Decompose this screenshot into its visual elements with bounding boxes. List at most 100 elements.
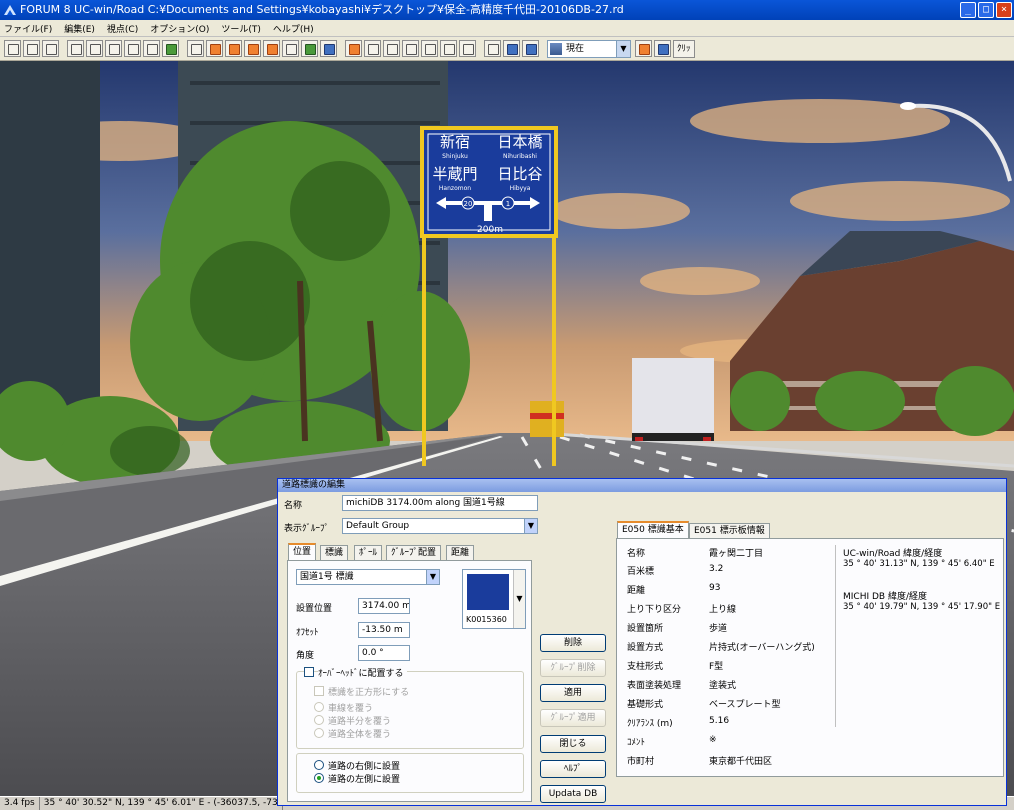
right-side-radio[interactable] [314,760,324,770]
cover-full-label: 道路全体を覆う [328,730,392,740]
dialog-title: 道路標識の編集 [278,479,1006,492]
menu-options[interactable]: オプション(O) [150,22,209,35]
pause-icon[interactable] [484,40,501,57]
overhead-checkbox[interactable] [304,667,314,677]
walker-icon[interactable] [143,40,160,57]
sign-thumbnail-selector[interactable]: K0015360 ▼ [462,569,526,629]
clip-button[interactable]: ｸﾘｯ [673,39,695,58]
menu-edit[interactable]: 編集(E) [64,22,95,35]
info-panel: 名称 霞ヶ関二丁目 百米標 3.2 距離 93 上り下り区分 上り線 設置箇所 … [616,538,1004,777]
square-sign-checkbox[interactable] [314,686,324,696]
vehicle-icon[interactable] [263,40,280,57]
chevron-down-icon: ▼ [616,40,630,57]
sign-shinjuku: 新宿 [440,133,470,151]
tree-icon[interactable] [162,40,179,57]
terrain-icon[interactable] [105,40,122,57]
compass-icon[interactable] [282,40,299,57]
info-key: 基礎形式 [627,700,664,710]
name-field[interactable]: michiDB 3174.00m along 国道1号線 [342,495,538,511]
info-key: 表面塗装処理 [627,681,682,691]
info-key: 名称 [627,549,646,559]
rotate-icon[interactable] [440,40,457,57]
info-key: 上り下り区分 [627,605,682,615]
close-button[interactable]: × [996,2,1012,18]
offset-field[interactable]: -13.50 m▲▼ [358,622,410,638]
group-select[interactable]: Default Group ▼ [342,518,538,534]
scenario-icon[interactable] [320,40,337,57]
camera-icon[interactable] [244,40,261,57]
ucwin-coord-label: UC-win/Road 緯度/経度 [843,549,943,559]
truck [632,358,714,438]
tab-distance[interactable]: 距離 [446,545,475,561]
sign-code: K0015360 [466,615,507,624]
tab-sign[interactable]: 標識 [320,545,349,561]
left-side-radio[interactable] [314,773,324,783]
tab-e051-board[interactable]: E051 標示板情報 [689,523,770,539]
menu-tools[interactable]: ツール(T) [221,22,261,35]
move-icon[interactable] [383,40,400,57]
cover-half-label: 道路半分を覆う [328,717,392,727]
drive-mode-icon[interactable] [345,40,362,57]
maximize-button[interactable]: □ [978,2,994,18]
menu-view[interactable]: 視点(C) [107,22,138,35]
info-value: 東京都千代田区 [709,757,773,767]
info-key: ｺﾒﾝﾄ [627,738,646,748]
chevron-down-icon[interactable]: ▼ [513,570,525,628]
fps-readout: 3.4 fps [0,797,40,810]
cover-half-radio[interactable] [314,715,324,725]
right-side-label: 道路の右側に設置 [328,762,401,772]
tab-group-placement[interactable]: ｸﾞﾙｰﾌﾟ配置 [386,545,442,561]
apply-button[interactable]: 適用 [540,684,606,702]
road-select[interactable]: 国道1号 標識 ▼ [296,569,440,585]
info-key: 設置箇所 [627,624,664,634]
close-dialog-button[interactable]: 閉じる [540,735,606,753]
new-file-icon[interactable] [4,40,21,57]
update-db-button[interactable]: Updata DB [540,785,606,803]
sign-shinjuku-en: Shinjuku [442,153,468,160]
info-key: 距離 [627,586,646,596]
cover-full-radio[interactable] [314,728,324,738]
title-bar: FORUM 8 UC-win/Road C:¥Documents and Set… [0,0,1014,20]
walk-mode-icon[interactable] [421,40,438,57]
view-select[interactable]: 現在 ▼ [547,39,631,58]
pedestrian-icon[interactable] [124,40,141,57]
chevron-down-icon: ▼ [524,519,537,533]
michi-coord-label: MICHI DB 緯度/経度 [843,592,927,602]
info-key: 百米標 [627,567,655,577]
menu-help[interactable]: ヘルプ(H) [273,22,314,35]
angle-field[interactable]: 0.0 °▲▼ [358,645,410,661]
flag-icon[interactable] [654,40,671,57]
tab-position[interactable]: 位置 [288,543,317,560]
plane-icon[interactable] [402,40,419,57]
fly-mode-icon[interactable] [364,40,381,57]
figure-icon[interactable] [459,40,476,57]
group-label: 表示ｸﾞﾙｰﾌﾟ [284,524,330,534]
plant-icon[interactable] [301,40,318,57]
tab-pole[interactable]: ﾎﾟｰﾙ [354,545,383,561]
car-icon[interactable] [503,40,520,57]
position-panel: 国道1号 標識▼ 設置位置 3174.00 m▲▼ ｵﾌｾｯﾄ -13.50 m… [287,560,532,802]
help-button[interactable]: ﾍﾙﾌﾟ [540,760,606,778]
cover-lane-radio[interactable] [314,702,324,712]
tab-e050-basic[interactable]: E050 標識基本 [617,521,689,538]
sign-hanzomon: 半蔵門 [432,165,477,183]
info-value: 上り線 [709,605,737,615]
menu-file[interactable]: ファイル(F) [4,22,52,35]
minimize-button[interactable]: _ [960,2,976,18]
sign-icon[interactable] [187,40,204,57]
traffic-icon[interactable] [522,40,539,57]
info-value: ベースプレート型 [709,700,781,710]
cross-section-icon[interactable] [86,40,103,57]
delete-button[interactable]: 削除 [540,634,606,652]
group-apply-button[interactable]: ｸﾞﾙｰﾌﾟ適用 [540,709,606,727]
record-icon[interactable] [635,40,652,57]
open-file-icon[interactable] [23,40,40,57]
position-field[interactable]: 3174.00 m▲▼ [358,598,410,614]
info-value: F型 [709,662,724,672]
forum8-logo-icon [4,5,16,15]
bridge-icon[interactable] [225,40,242,57]
road-edit-icon[interactable] [67,40,84,57]
model-icon[interactable] [206,40,223,57]
group-delete-button[interactable]: ｸﾞﾙｰﾌﾟ削除 [540,659,606,677]
save-file-icon[interactable] [42,40,59,57]
